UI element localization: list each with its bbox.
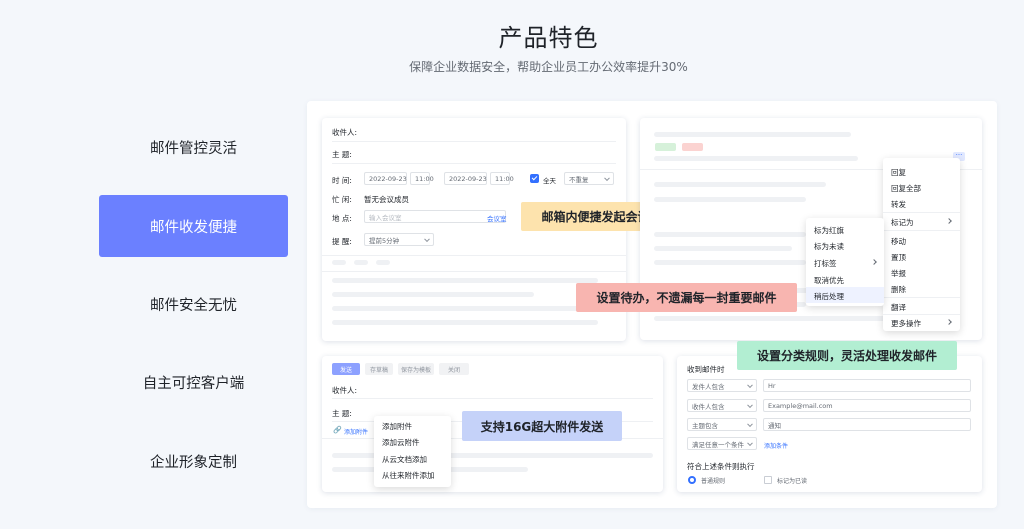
- chevron-right-icon: [946, 319, 952, 325]
- busy-label: 忙 闲:: [332, 195, 352, 204]
- page-title: 产品特色: [498, 24, 599, 52]
- repeat-value: 不重复: [569, 175, 589, 184]
- menu-item-pin[interactable]: 置顶: [891, 252, 906, 263]
- menu-item-reply-all[interactable]: 回复全部: [891, 183, 921, 194]
- mark-read-checkbox[interactable]: [764, 476, 772, 484]
- execute-label: 符合上述条件则执行: [687, 462, 755, 471]
- mail-context-menu: 回复 回复全部 转发 标记为 移动 置顶 举报 删除 翻译 更多操作: [883, 158, 960, 331]
- attach-menu-cloud[interactable]: 添加云附件: [382, 437, 420, 448]
- attach-menu-history[interactable]: 从往来附件添加: [382, 470, 435, 481]
- feature-tab-mail-sending[interactable]: 邮件收发便捷: [99, 195, 288, 257]
- time-label: 时 间:: [332, 176, 352, 185]
- rule-field-value: 收件人包含: [692, 402, 725, 411]
- menu-item-delete[interactable]: 删除: [891, 284, 906, 295]
- attach-menu-add[interactable]: 添加附件: [382, 421, 412, 432]
- submenu-item-tag[interactable]: 打标签: [814, 258, 837, 269]
- chevron-right-icon: [946, 218, 952, 224]
- page-subtitle: 保障企业数据安全，帮助企业员工办公效率提升30%: [409, 60, 688, 74]
- rule-field-select-1[interactable]: 发件人包含: [687, 379, 757, 392]
- option-mark-read-label: 标记为已读: [777, 478, 808, 485]
- feature-tab-mail-security[interactable]: 邮件安全无忧: [99, 273, 288, 335]
- subject-label: 主 题:: [332, 150, 352, 159]
- attachment-tooltip: 支持16G超大附件发送: [462, 411, 622, 441]
- recipient-label: 收件人:: [332, 128, 358, 137]
- condition-value: 满足任意一个条件: [692, 440, 744, 449]
- end-time-input[interactable]: 11:00: [490, 172, 514, 185]
- tag-red: [682, 143, 703, 151]
- menu-item-report[interactable]: 举报: [891, 268, 906, 279]
- menu-item-mark-as[interactable]: 标记为: [891, 217, 914, 228]
- chevron-down-icon: [747, 420, 753, 427]
- rule-field-value: 主题包含: [692, 421, 718, 430]
- radio-normal[interactable]: [688, 476, 696, 484]
- option-normal-label: 普通规则: [701, 478, 726, 485]
- send-button[interactable]: 发送: [332, 363, 360, 375]
- busy-value: 暂无会议成员: [364, 195, 409, 204]
- menu-item-forward[interactable]: 转发: [891, 199, 906, 210]
- remind-select[interactable]: 提前5分钟: [364, 233, 434, 246]
- allday-label: 全天: [543, 177, 556, 185]
- submenu-item-unpriority[interactable]: 取消优先: [814, 275, 844, 286]
- start-time-input[interactable]: 11:00: [410, 172, 434, 185]
- chevron-down-icon: [747, 401, 753, 408]
- rule-value-input-3[interactable]: 通知: [763, 418, 971, 431]
- start-date-input[interactable]: 2022-09-23: [364, 172, 407, 185]
- save-draft-button[interactable]: 存草稿: [365, 363, 393, 375]
- chevron-down-icon: [424, 235, 430, 242]
- rule-field-select-3[interactable]: 主题包含: [687, 418, 757, 431]
- end-date-input[interactable]: 2022-09-23: [444, 172, 487, 185]
- rules-card: 收到邮件时 发件人包含 Hr 收件人包含 Example@mail.com 主题…: [677, 356, 982, 492]
- place-label: 地 点:: [332, 214, 352, 223]
- repeat-select[interactable]: 不重复: [564, 172, 614, 185]
- todo-tooltip: 设置待办，不遗漏每一封重要邮件: [576, 283, 797, 312]
- rules-header: 收到邮件时: [687, 365, 725, 374]
- menu-item-translate[interactable]: 翻译: [891, 302, 906, 313]
- chevron-down-icon: [747, 439, 753, 446]
- subject-label: 主 题:: [332, 409, 352, 418]
- submenu-item-unread[interactable]: 标为未读: [814, 241, 844, 252]
- attach-menu-cloud-doc[interactable]: 从云文档添加: [382, 454, 427, 465]
- rule-value-input-2[interactable]: Example@mail.com: [763, 399, 971, 412]
- rules-tooltip: 设置分类规则，灵活处理收发邮件: [737, 341, 957, 370]
- chevron-down-icon: [604, 174, 610, 181]
- tag-green: [655, 143, 676, 151]
- allday-checkbox[interactable]: [530, 174, 539, 183]
- menu-item-reply[interactable]: 回复: [891, 167, 906, 178]
- condition-select[interactable]: 满足任意一个条件: [687, 437, 757, 450]
- rule-field-select-2[interactable]: 收件人包含: [687, 399, 757, 412]
- menu-item-more[interactable]: 更多操作: [891, 318, 921, 329]
- close-button[interactable]: 关闭: [439, 363, 469, 375]
- mark-as-submenu: 标为红旗 标为未读 打标签 取消优先 稍后处理: [806, 218, 884, 306]
- attachment-menu: 添加附件 添加云附件 从云文档添加 从往来附件添加: [374, 416, 451, 487]
- recipient-label: 收件人:: [332, 386, 358, 395]
- feature-tab-mail-control[interactable]: 邮件管控灵活: [99, 116, 288, 178]
- feature-tab-client[interactable]: 自主可控客户端: [99, 351, 288, 413]
- save-template-button[interactable]: 保存为模板: [398, 363, 434, 375]
- chevron-right-icon: [871, 259, 877, 265]
- remind-value: 提前5分钟: [369, 236, 400, 245]
- feature-tab-branding[interactable]: 企业形象定制: [99, 430, 288, 492]
- submenu-item-later[interactable]: 稍后处理: [814, 291, 844, 302]
- menu-item-move[interactable]: 移动: [891, 236, 906, 247]
- rule-value-input-1[interactable]: Hr: [763, 379, 971, 392]
- add-condition-link[interactable]: 添加条件: [764, 441, 788, 450]
- chevron-down-icon: [747, 381, 753, 388]
- add-attachment-link[interactable]: 添加附件: [344, 427, 368, 436]
- submenu-item-flag[interactable]: 标为红旗: [814, 225, 844, 236]
- rule-field-value: 发件人包含: [692, 382, 725, 391]
- paperclip-icon: 🔗: [333, 426, 342, 434]
- check-icon: [531, 174, 538, 181]
- place-input[interactable]: 输入会议室: [364, 210, 506, 223]
- remind-label: 提 醒:: [332, 237, 352, 246]
- room-link[interactable]: 会议室: [487, 213, 507, 223]
